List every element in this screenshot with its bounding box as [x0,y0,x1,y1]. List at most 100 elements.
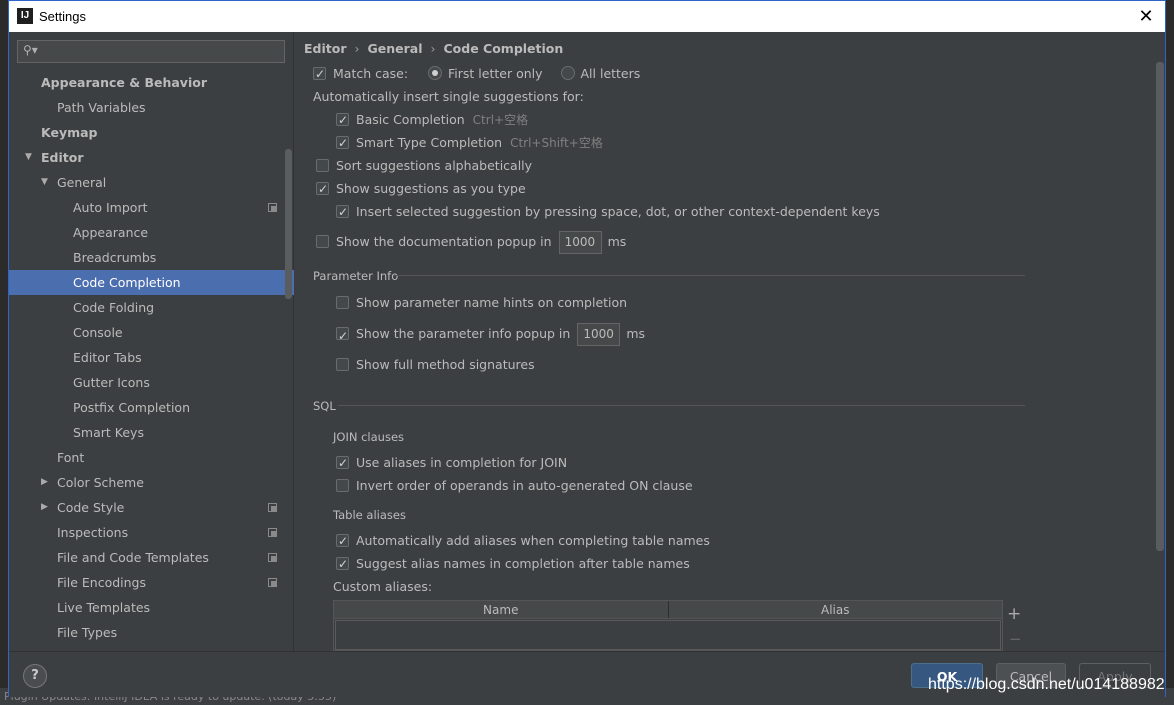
sidebar-item-editor[interactable]: ▼ Editor [9,145,294,170]
sidebar-item-label: Inspections [57,525,129,540]
sidebar-item-console[interactable]: Console [9,320,294,345]
background-editor-left [0,0,8,705]
sidebar-item-appearance-behavior[interactable]: Appearance & Behavior [9,70,294,95]
smart-type-checkbox[interactable] [336,133,349,153]
sidebar-item-file-types[interactable]: File Types [9,620,294,645]
expand-arrow-right-icon[interactable]: ▶ [41,495,48,520]
watermark-text: https://blog.csdn.net/u014188982 [928,676,1165,693]
sidebar-item-font[interactable]: Font [9,445,294,470]
info-popup-row: Show the parameter info popup in 1000 ms [336,322,645,348]
sidebar-item-smart-keys[interactable]: Smart Keys [9,420,294,445]
custom-aliases-table: Name Alias [333,600,1003,651]
breadcrumb: Editor › General › Code Completion [304,41,563,56]
sidebar-item-label: Appearance & Behavior [41,75,207,90]
sidebar-item-general[interactable]: ▼ General [9,170,294,195]
settings-tree: Appearance & Behavior Path Variables Keyma… [9,70,294,645]
sidebar-item-live-templates[interactable]: Live Templates [9,595,294,620]
sidebar-item-label: Auto Import [73,200,148,215]
sidebar-item-label: File Encodings [57,575,147,590]
insert-selected-label: Insert selected suggestion by pressing s… [356,204,880,219]
sidebar-item-file-and-code-templates[interactable]: File and Code Templates [9,545,294,570]
sidebar-item-editor-tabs[interactable]: Editor Tabs [9,345,294,370]
insert-selected-checkbox[interactable] [336,202,349,222]
first-letter-label: First letter only [448,66,543,81]
sidebar-item-label: Postfix Completion [73,400,190,415]
all-letters-radio[interactable] [560,66,575,80]
invert-order-label: Invert order of operands in auto-generat… [356,478,693,493]
breadcrumb-editor[interactable]: Editor [304,41,347,56]
sidebar-item-appearance[interactable]: Appearance [9,220,294,245]
column-header-alias[interactable]: Alias [669,601,1003,618]
expand-arrow-down-icon[interactable]: ▼ [25,145,32,170]
sidebar-item-label: Editor Tabs [73,350,142,365]
column-header-name[interactable]: Name [334,601,669,618]
expand-arrow-down-icon[interactable]: ▼ [41,170,48,195]
content-scrollbar[interactable] [1156,62,1164,551]
use-aliases-checkbox[interactable] [336,453,349,473]
insert-selected-row: Insert selected suggestion by pressing s… [336,202,880,222]
suggest-names-label: Suggest alias names in completion after … [356,556,690,571]
title-bar: IJ Settings ✕ [9,1,1165,32]
custom-aliases-label: Custom aliases: [333,579,433,594]
background-editor-right [1166,0,1174,705]
sidebar-scrollbar[interactable] [285,149,292,299]
sidebar-item-code-folding[interactable]: Code Folding [9,295,294,320]
full-signatures-checkbox[interactable] [336,358,349,371]
smart-type-label: Smart Type Completion [356,135,503,150]
table-body[interactable] [335,620,1001,650]
sidebar-item-label: Gutter Icons [73,375,150,390]
close-button[interactable]: ✕ [1135,5,1157,27]
full-signatures-row: Show full method signatures [336,355,535,375]
search-icon: ⚲▾ [23,43,38,57]
sidebar-item-gutter-icons[interactable]: Gutter Icons [9,370,294,395]
chevron-right-icon: › [354,41,360,56]
sidebar-item-auto-import[interactable]: Auto Import [9,195,294,220]
section-divider [394,275,1025,276]
table-header: Name Alias [334,601,1002,619]
expand-arrow-right-icon[interactable]: ▶ [41,470,48,495]
settings-search-input[interactable]: ⚲▾ [17,40,285,63]
suggest-names-checkbox[interactable] [336,554,349,574]
project-scope-icon [268,553,277,562]
first-letter-radio[interactable] [428,66,443,80]
basic-completion-checkbox[interactable] [336,110,349,130]
info-popup-delay-input[interactable]: 1000 [577,323,621,346]
basic-completion-row: Basic Completion Ctrl+空格 [336,110,528,130]
doc-popup-row: Show the documentation popup in 1000 ms [316,230,626,254]
sidebar-item-breadcrumbs[interactable]: Breadcrumbs [9,245,294,270]
add-alias-button[interactable]: + [1007,604,1021,624]
breadcrumb-code-completion: Code Completion [443,41,564,56]
basic-completion-shortcut: Ctrl+空格 [472,113,529,127]
sidebar-item-path-variables[interactable]: Path Variables [9,95,294,120]
auto-add-aliases-checkbox[interactable] [336,531,349,551]
sidebar-item-inspections[interactable]: Inspections [9,520,294,545]
sidebar-item-keymap[interactable]: Keymap [9,120,294,145]
sidebar-item-code-completion[interactable]: Code Completion [9,270,294,295]
breadcrumb-general[interactable]: General [368,41,423,56]
sidebar-item-postfix-completion[interactable]: Postfix Completion [9,395,294,420]
sort-alpha-checkbox[interactable] [316,159,329,172]
name-hints-checkbox[interactable] [336,296,349,309]
project-scope-icon [268,203,277,212]
remove-alias-button[interactable]: − [1009,630,1022,648]
sidebar-item-label: File and Code Templates [57,550,209,565]
sql-heading: SQL [313,399,336,413]
sidebar-item-color-scheme[interactable]: ▶ Color Scheme [9,470,294,495]
sidebar-item-label: Font [57,450,85,465]
sort-alpha-row: Sort suggestions alphabetically [316,156,532,176]
suggest-names-row: Suggest alias names in completion after … [336,554,690,574]
show-as-type-checkbox[interactable] [316,179,329,199]
doc-popup-delay-input[interactable]: 1000 [558,231,602,254]
invert-order-row: Invert order of operands in auto-generat… [336,476,693,496]
info-popup-checkbox[interactable] [336,324,349,348]
help-button[interactable]: ? [23,664,47,688]
doc-popup-checkbox[interactable] [316,235,329,248]
invert-order-checkbox[interactable] [336,479,349,492]
sidebar-item-label: Code Style [57,500,125,515]
sidebar-item-file-encodings[interactable]: File Encodings [9,570,294,595]
sidebar-item-label: Console [73,325,123,340]
match-case-checkbox[interactable] [313,64,326,84]
sidebar-item-label: Keymap [41,125,98,140]
sidebar-item-code-style[interactable]: ▶ Code Style [9,495,294,520]
all-letters-label: All letters [580,66,641,81]
